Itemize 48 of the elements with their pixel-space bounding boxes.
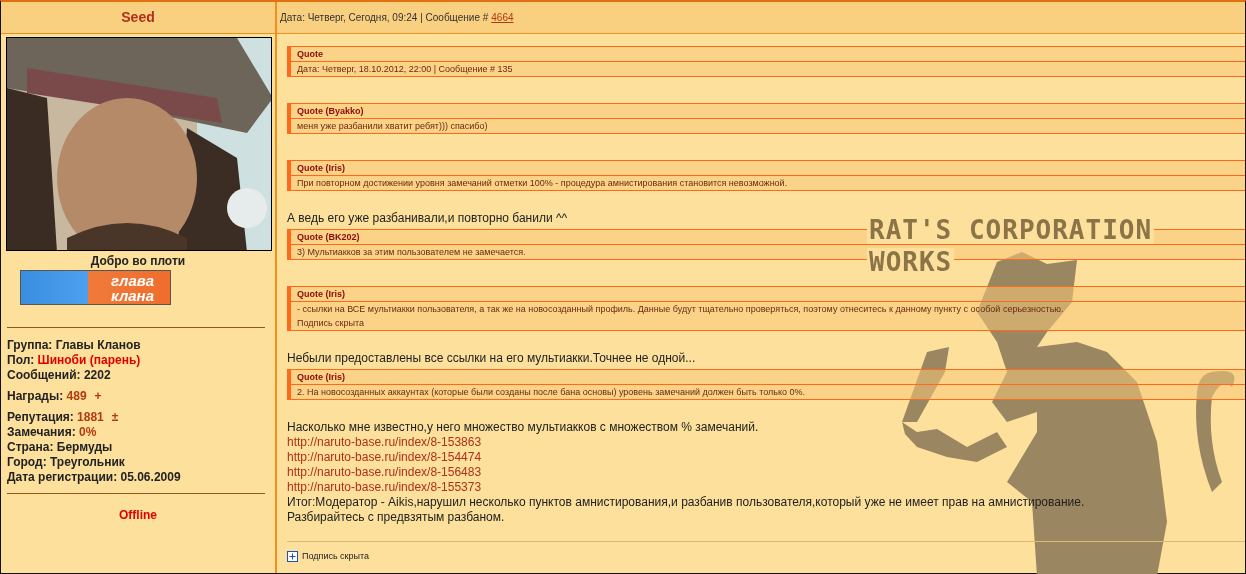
- post-date: Дата: Четверг, Сегодня, 09:24 | Сообщение #: [280, 11, 489, 25]
- post-link[interactable]: http://naruto-base.ru/index/8-154474: [287, 450, 482, 465]
- stat-value: Шиноби (парень): [37, 353, 141, 367]
- quote-title: Quote (Iris): [291, 287, 1245, 302]
- stat-value: 1881: [77, 410, 104, 424]
- quote-title: Quote (Iris): [291, 370, 1245, 385]
- online-status: Offline: [118, 507, 158, 524]
- post-text: Небыли предоставлены все ссылки на его мультиакки.Точнее не одной...: [287, 351, 696, 366]
- quote-text: 2. На новосозданных аккаунтах (которые были созданы после бана основы) уровень замечаний должен быть только 0%.: [296, 386, 806, 399]
- author-name[interactable]: Seed: [1, 2, 275, 34]
- post-text: Насколько мне известно,у него множество мультиакков с множеством % замечаний.: [287, 420, 759, 435]
- quote-text: Дата: Четверг, 18.10.2012, 22:00 | Сообщение # 135: [296, 63, 514, 76]
- stat-label: Страна:: [7, 440, 55, 454]
- expand-icon[interactable]: [287, 551, 298, 563]
- stat-value: 05.06.2009: [120, 470, 181, 484]
- stat-action-link[interactable]: +: [94, 389, 102, 403]
- post-text: А ведь его уже разбанивали,и повторно банили ^^: [287, 211, 568, 226]
- signature-toggle-link[interactable]: Подпись скрыта: [302, 550, 370, 564]
- stat-value: Треугольник: [50, 455, 125, 469]
- quote-title: Quote: [291, 47, 1245, 62]
- stat-label: Дата регистрации:: [7, 470, 119, 484]
- stat-label: Город:: [7, 455, 48, 469]
- stat-label: Пол:: [7, 353, 36, 367]
- post-link[interactable]: http://naruto-base.ru/index/8-153863: [287, 435, 482, 450]
- quote-text: меня уже разбанили хватит ребят))) спасибо): [296, 120, 489, 133]
- stat-value: 0%: [79, 425, 97, 439]
- user-title: Добро во плоти: [89, 253, 187, 270]
- rank-badge: глава клана: [20, 270, 171, 305]
- stat-value: Бермуды: [56, 440, 113, 454]
- post-link[interactable]: http://naruto-base.ru/index/8-155373: [287, 480, 482, 495]
- stat-value: 2202: [83, 368, 111, 382]
- quote-title: Quote (Iris): [291, 161, 1245, 176]
- stat-label: Репутация:: [7, 410, 75, 424]
- quote-title: Quote (Byakko): [291, 104, 1245, 119]
- stat-label: Сообщений:: [7, 368, 82, 382]
- quote-text: Подпись скрыта: [296, 317, 366, 330]
- stat-label: Группа:: [7, 338, 54, 352]
- stat-label: Замечания:: [7, 425, 77, 439]
- post-number-link[interactable]: 4664: [491, 10, 514, 25]
- quote-text: 3) Мультиакков за этим пользователем не замечается.: [296, 246, 527, 259]
- stat-action-link[interactable]: ±: [111, 410, 119, 424]
- stat-label: Награды:: [7, 389, 65, 403]
- quote-text: При повторном достижении уровня замечаний отметки 100% - процедура амнистирования становится невозможной.: [296, 177, 789, 190]
- stat-value: 489: [66, 389, 87, 403]
- post-link[interactable]: http://naruto-base.ru/index/8-156483: [287, 465, 482, 480]
- quote-text: - ссылки на ВСЕ мультиакки пользователя, а так же на новосозданный профиль. Данные будут тщательно проверяться, поэтому отнеситесь к данному пункту с особой серьезностью.: [296, 303, 1065, 316]
- stat-value: Главы Кланов: [55, 338, 141, 352]
- post-text: Разбирайтесь с предвзятым разбаном.: [287, 510, 505, 525]
